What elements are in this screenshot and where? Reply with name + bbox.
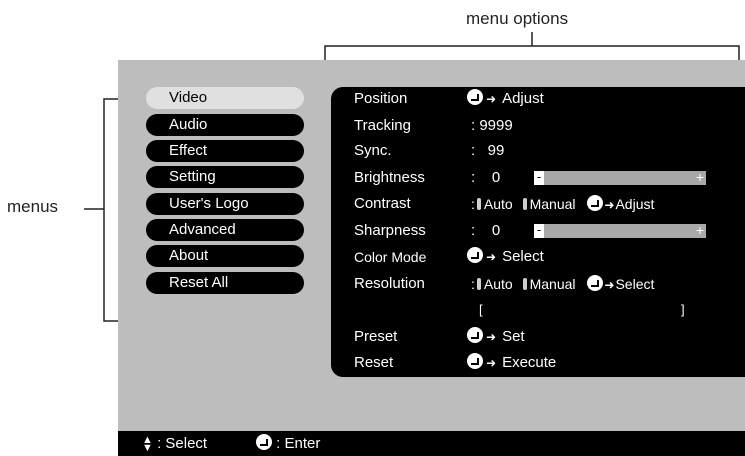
bracket-close: ] xyxy=(681,302,685,317)
option-label: Sharpness xyxy=(354,222,426,239)
option-value: : 9999 xyxy=(471,117,513,134)
enter-icon xyxy=(467,327,483,343)
enter-icon xyxy=(467,89,483,105)
plus-icon: + xyxy=(695,169,705,185)
option-label: Color Mode xyxy=(354,249,427,265)
option-reset[interactable]: Reset ➜ Execute xyxy=(331,352,745,374)
menu-item-about[interactable]: About xyxy=(146,245,304,267)
enter-icon xyxy=(587,275,604,291)
up-down-arrows-icon: ▲ ▼ xyxy=(142,434,153,455)
auto-option[interactable]: Auto xyxy=(484,276,513,292)
option-label: Sync. xyxy=(354,142,392,159)
radio-icon[interactable] xyxy=(476,198,481,210)
minus-icon: - xyxy=(534,170,544,185)
option-value: : 0 xyxy=(471,222,501,239)
option-label: Contrast xyxy=(354,195,411,212)
option-label: Position xyxy=(354,90,408,107)
option-colon: : xyxy=(471,276,475,292)
sharpness-slider[interactable]: - + xyxy=(534,222,706,238)
menu-item-users-logo[interactable]: User's Logo xyxy=(146,193,304,215)
menu-item-setting[interactable]: Setting xyxy=(146,166,304,188)
option-label: Brightness xyxy=(354,169,425,186)
arrow-right-icon: ➜ xyxy=(604,278,615,292)
option-resolution[interactable]: Resolution : Auto Manual ➜Select xyxy=(331,273,745,295)
option-sharpness[interactable]: Sharpness : 0 - + xyxy=(331,220,745,242)
option-value: : 99 xyxy=(471,142,505,159)
option-label: Reset xyxy=(354,354,394,371)
enter-hint-text: : Enter xyxy=(276,435,321,452)
manual-option[interactable]: Manual xyxy=(530,196,576,212)
option-action: Select xyxy=(615,276,655,292)
menu-item-reset-all[interactable]: Reset All xyxy=(146,272,304,294)
enter-icon xyxy=(587,195,604,211)
option-label: Resolution xyxy=(354,275,425,292)
brightness-slider[interactable]: - + xyxy=(534,169,706,185)
option-color-mode[interactable]: Color Mode ➜ Select xyxy=(331,246,745,268)
option-sync[interactable]: Sync. : 99 xyxy=(331,140,745,162)
arrow-right-icon: ➜ xyxy=(486,356,497,370)
enter-hint: : Enter xyxy=(256,431,320,456)
option-colon: : xyxy=(471,196,475,212)
radio-icon[interactable] xyxy=(476,278,481,290)
select-hint-text: : Select xyxy=(157,435,208,452)
radio-icon[interactable] xyxy=(522,278,527,290)
enter-icon xyxy=(467,353,483,369)
option-action: Select xyxy=(502,248,544,265)
footer-hint-bar: ▲ ▼ : Select : Enter xyxy=(118,431,745,456)
option-label: Preset xyxy=(354,328,398,345)
option-tracking[interactable]: Tracking : 9999 xyxy=(331,115,745,137)
option-contrast[interactable]: Contrast : Auto Manual ➜Adjust xyxy=(331,193,745,215)
arrow-right-icon: ➜ xyxy=(604,198,615,212)
resolution-field: [ ] xyxy=(331,299,745,321)
auto-option[interactable]: Auto xyxy=(484,196,513,212)
option-action: Adjust xyxy=(502,90,544,107)
select-hint: ▲ ▼ : Select xyxy=(142,431,207,456)
option-value: : 0 xyxy=(471,169,501,186)
option-label: Tracking xyxy=(354,117,411,134)
manual-option[interactable]: Manual xyxy=(530,276,576,292)
option-action: Set xyxy=(502,328,525,345)
option-action: Execute xyxy=(502,354,557,371)
radio-icon[interactable] xyxy=(522,198,527,210)
minus-icon: - xyxy=(534,223,544,238)
enter-icon xyxy=(256,434,272,450)
enter-icon xyxy=(467,247,483,263)
menu-item-audio[interactable]: Audio xyxy=(146,114,304,136)
menu-item-video[interactable]: Video xyxy=(146,87,304,109)
projector-menu-screen: Video Audio Effect Setting User's Logo A… xyxy=(118,60,745,456)
arrow-right-icon: ➜ xyxy=(486,250,497,264)
arrow-right-icon: ➜ xyxy=(486,330,497,344)
option-action: Adjust xyxy=(615,196,655,212)
arrow-right-icon: ➜ xyxy=(486,92,497,106)
option-preset[interactable]: Preset ➜ Set xyxy=(331,326,745,348)
plus-icon: + xyxy=(695,222,705,238)
menu-options-bracket xyxy=(324,45,740,60)
menu-item-effect[interactable]: Effect xyxy=(146,140,304,162)
option-brightness[interactable]: Brightness : 0 - + xyxy=(331,167,745,189)
menu-item-advanced[interactable]: Advanced xyxy=(146,219,304,241)
bracket-open: [ xyxy=(479,302,483,317)
option-position[interactable]: Position ➜ Adjust xyxy=(331,88,745,110)
